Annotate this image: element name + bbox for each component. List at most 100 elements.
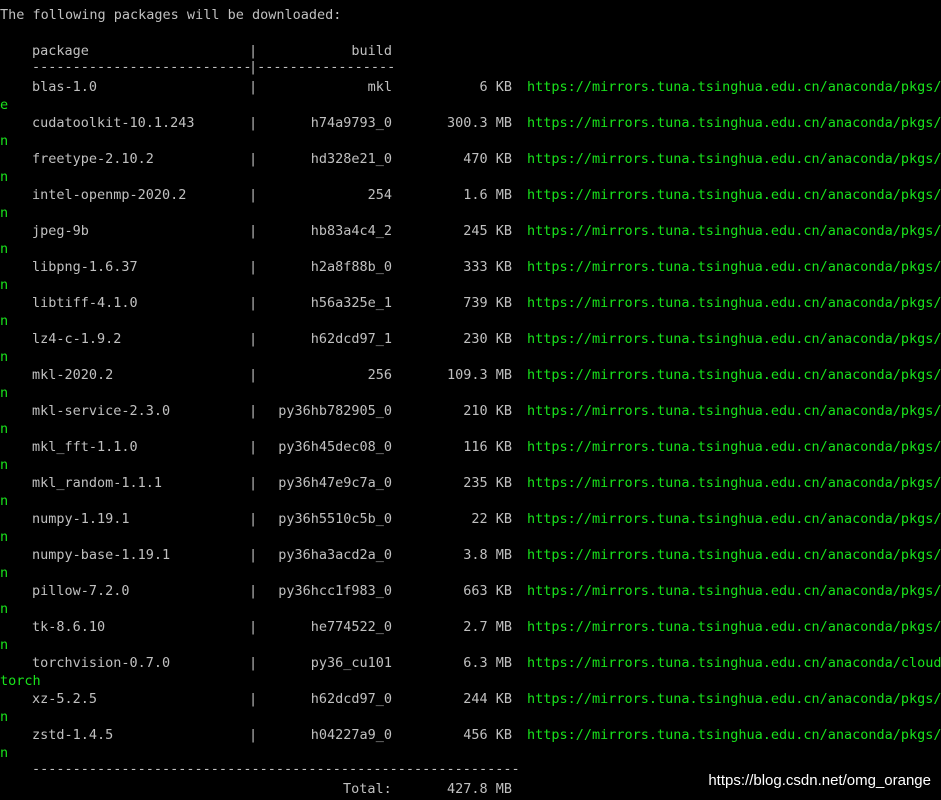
package-url-wrap: n bbox=[0, 241, 9, 257]
header-separator-left: --------------------------- bbox=[32, 59, 252, 75]
column-divider: | bbox=[249, 439, 258, 455]
package-build: h2a8f88b_0 bbox=[310, 259, 392, 275]
package-url[interactable]: https://mirrors.tuna.tsinghua.edu.cn/ana… bbox=[527, 618, 941, 636]
header-separator-right: |----------------- bbox=[249, 59, 396, 75]
package-url[interactable]: https://mirrors.tuna.tsinghua.edu.cn/ana… bbox=[527, 690, 941, 708]
package-url[interactable]: https://mirrors.tuna.tsinghua.edu.cn/ana… bbox=[527, 582, 941, 600]
package-build: h04227a9_0 bbox=[310, 727, 392, 743]
package-size: 230 KB bbox=[463, 331, 512, 347]
package-build: h62dcd97_0 bbox=[310, 691, 392, 707]
package-url[interactable]: https://mirrors.tuna.tsinghua.edu.cn/ana… bbox=[527, 546, 941, 564]
package-name: tk-8.6.10 bbox=[32, 619, 106, 635]
column-divider: | bbox=[249, 547, 258, 563]
package-url[interactable]: https://mirrors.tuna.tsinghua.edu.cn/ana… bbox=[527, 186, 941, 204]
package-url[interactable]: https://mirrors.tuna.tsinghua.edu.cn/ana… bbox=[527, 402, 941, 420]
package-url[interactable]: https://mirrors.tuna.tsinghua.edu.cn/ana… bbox=[527, 510, 941, 528]
package-build: py36ha3acd2a_0 bbox=[278, 547, 392, 563]
package-size: 739 KB bbox=[463, 295, 512, 311]
package-size: 333 KB bbox=[463, 259, 512, 275]
package-url[interactable]: https://mirrors.tuna.tsinghua.edu.cn/ana… bbox=[527, 654, 941, 672]
package-url-wrap: n bbox=[0, 565, 9, 581]
package-url[interactable]: https://mirrors.tuna.tsinghua.edu.cn/ana… bbox=[527, 114, 941, 132]
column-divider: | bbox=[249, 367, 258, 383]
package-url-wrap: n bbox=[0, 313, 9, 329]
package-name: numpy-base-1.19.1 bbox=[32, 547, 171, 563]
package-build: h56a325e_1 bbox=[310, 295, 392, 311]
package-url-wrap: e bbox=[0, 97, 9, 113]
package-url[interactable]: https://mirrors.tuna.tsinghua.edu.cn/ana… bbox=[527, 330, 941, 348]
package-build: py36_cu101 bbox=[310, 655, 392, 671]
column-divider: | bbox=[249, 619, 258, 635]
column-divider: | bbox=[249, 331, 258, 347]
package-url-wrap: n bbox=[0, 745, 9, 761]
column-divider: | bbox=[249, 223, 258, 239]
package-name: mkl_random-1.1.1 bbox=[32, 475, 163, 491]
watermark: https://blog.csdn.net/omg_orange bbox=[708, 772, 931, 789]
package-size: 235 KB bbox=[463, 475, 512, 491]
package-url-wrap: n bbox=[0, 133, 9, 149]
package-url[interactable]: https://mirrors.tuna.tsinghua.edu.cn/ana… bbox=[527, 294, 941, 312]
package-url-wrap: n bbox=[0, 421, 9, 437]
column-divider: | bbox=[249, 403, 258, 419]
package-url-wrap: n bbox=[0, 493, 9, 509]
package-name: mkl-2020.2 bbox=[32, 367, 114, 383]
package-url-wrap: n bbox=[0, 385, 9, 401]
package-name: libpng-1.6.37 bbox=[32, 259, 138, 275]
package-url-wrap: n bbox=[0, 457, 9, 473]
column-divider: | bbox=[249, 259, 258, 275]
package-build: hb83a4c4_2 bbox=[310, 223, 392, 239]
column-divider: | bbox=[249, 115, 258, 131]
package-url[interactable]: https://mirrors.tuna.tsinghua.edu.cn/ana… bbox=[527, 222, 941, 240]
package-size: 245 KB bbox=[463, 223, 512, 239]
footer-separator: ----------------------------------------… bbox=[32, 761, 520, 777]
package-url-wrap: n bbox=[0, 205, 9, 221]
package-name: xz-5.2.5 bbox=[32, 691, 98, 707]
package-build: 254 bbox=[367, 187, 392, 203]
package-name: blas-1.0 bbox=[32, 79, 98, 95]
column-divider: | bbox=[249, 475, 258, 491]
package-size: 3.8 MB bbox=[463, 547, 512, 563]
package-url-wrap: n bbox=[0, 169, 9, 185]
package-url[interactable]: https://mirrors.tuna.tsinghua.edu.cn/ana… bbox=[527, 366, 941, 384]
package-size: 1.6 MB bbox=[463, 187, 512, 203]
package-build: 256 bbox=[367, 367, 392, 383]
package-build: py36hb782905_0 bbox=[278, 403, 392, 419]
package-size: 470 KB bbox=[463, 151, 512, 167]
package-name: libtiff-4.1.0 bbox=[32, 295, 138, 311]
package-size: 663 KB bbox=[463, 583, 512, 599]
package-size: 456 KB bbox=[463, 727, 512, 743]
package-size: 300.3 MB bbox=[446, 115, 512, 131]
package-url-wrap: n bbox=[0, 529, 9, 545]
package-url[interactable]: https://mirrors.tuna.tsinghua.edu.cn/ana… bbox=[527, 474, 941, 492]
package-url[interactable]: https://mirrors.tuna.tsinghua.edu.cn/ana… bbox=[527, 78, 941, 96]
package-url[interactable]: https://mirrors.tuna.tsinghua.edu.cn/ana… bbox=[527, 438, 941, 456]
package-build: mkl bbox=[367, 79, 392, 95]
column-divider: | bbox=[249, 655, 258, 671]
package-url[interactable]: https://mirrors.tuna.tsinghua.edu.cn/ana… bbox=[527, 258, 941, 276]
package-name: mkl_fft-1.1.0 bbox=[32, 439, 138, 455]
package-size: 6.3 MB bbox=[463, 655, 512, 671]
package-build: py36h5510c5b_0 bbox=[278, 511, 392, 527]
package-url[interactable]: https://mirrors.tuna.tsinghua.edu.cn/ana… bbox=[527, 150, 941, 168]
package-url-wrap: n bbox=[0, 601, 9, 617]
package-name: jpeg-9b bbox=[32, 223, 89, 239]
column-divider: | bbox=[249, 187, 258, 203]
package-url[interactable]: https://mirrors.tuna.tsinghua.edu.cn/ana… bbox=[527, 726, 941, 744]
package-size: 2.7 MB bbox=[463, 619, 512, 635]
package-size: 6 KB bbox=[479, 79, 512, 95]
column-divider: | bbox=[249, 691, 258, 707]
package-name: pillow-7.2.0 bbox=[32, 583, 130, 599]
package-name: torchvision-0.7.0 bbox=[32, 655, 171, 671]
column-divider: | bbox=[249, 727, 258, 743]
column-divider: | bbox=[249, 79, 258, 95]
column-divider: | bbox=[249, 295, 258, 311]
package-build: he774522_0 bbox=[310, 619, 392, 635]
package-name: lz4-c-1.9.2 bbox=[32, 331, 122, 347]
package-url-wrap: n bbox=[0, 637, 9, 653]
terminal-window[interactable]: The following packages will be downloade… bbox=[0, 0, 941, 800]
total-size: 427.8 MB bbox=[446, 781, 512, 797]
package-size: 109.3 MB bbox=[446, 367, 512, 383]
package-build: hd328e21_0 bbox=[310, 151, 392, 167]
package-url-wrap: n bbox=[0, 277, 9, 293]
column-divider: | bbox=[249, 151, 258, 167]
